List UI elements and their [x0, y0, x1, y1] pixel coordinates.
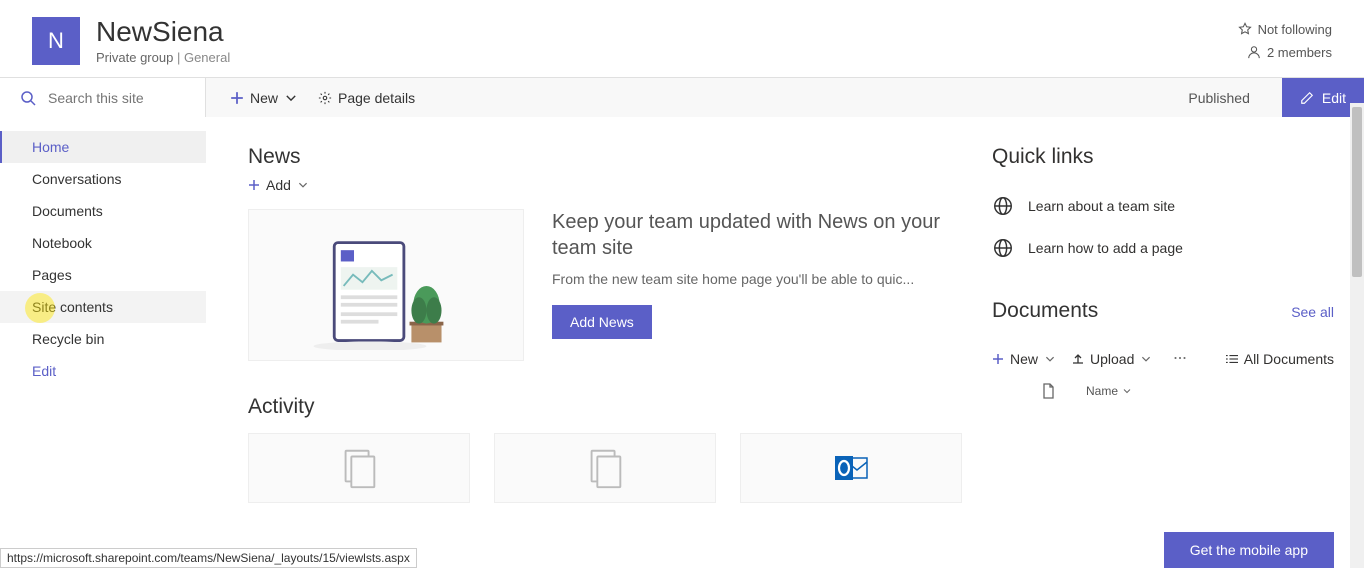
activity-section-title: Activity: [248, 395, 962, 419]
sidebar-item-conversations[interactable]: Conversations: [0, 163, 206, 195]
sidebar-item-edit[interactable]: Edit: [0, 355, 206, 387]
document-icon: [336, 445, 382, 491]
star-icon: [1238, 22, 1252, 36]
chevron-down-icon: [1140, 353, 1152, 365]
plus-icon: [248, 179, 260, 191]
activity-card[interactable]: [494, 433, 716, 503]
upload-icon: [1072, 353, 1084, 365]
news-headline: Keep your team updated with News on your…: [552, 209, 962, 261]
list-icon: [1226, 353, 1238, 365]
quicklinks-title: Quick links: [992, 145, 1334, 169]
see-all-link[interactable]: See all: [1291, 304, 1334, 320]
news-illustration: [248, 209, 524, 361]
chevron-down-icon: [1044, 353, 1056, 365]
sidebar-item-documents[interactable]: Documents: [0, 195, 206, 227]
scrollbar[interactable]: [1350, 103, 1364, 568]
view-selector[interactable]: All Documents: [1226, 351, 1334, 367]
news-section-title: News: [248, 145, 962, 169]
site-subtitle: Private group | General: [96, 50, 1238, 65]
published-status: Published: [1188, 90, 1262, 106]
activity-card[interactable]: [248, 433, 470, 503]
site-title: NewSiena: [96, 16, 1238, 48]
news-add-button[interactable]: Add: [248, 177, 962, 193]
chevron-down-icon: [284, 91, 298, 105]
globe-icon: [992, 237, 1014, 259]
sidebar-item-notebook[interactable]: Notebook: [0, 227, 206, 259]
pencil-icon: [1300, 91, 1314, 105]
add-news-button[interactable]: Add News: [552, 305, 652, 339]
statusbar-url: https://microsoft.sharepoint.com/teams/N…: [0, 548, 417, 568]
plus-icon: [992, 353, 1004, 365]
name-column-header[interactable]: Name: [1086, 384, 1132, 398]
quicklink-item[interactable]: Learn how to add a page: [992, 227, 1334, 269]
document-icon: [582, 445, 628, 491]
activity-card-outlook[interactable]: [740, 433, 962, 503]
news-description: From the new team site home page you'll …: [552, 271, 962, 287]
sidebar-item-recycle-bin[interactable]: Recycle bin: [0, 323, 206, 355]
new-button[interactable]: New: [230, 90, 298, 106]
chevron-down-icon: [297, 179, 309, 191]
globe-icon: [992, 195, 1014, 217]
search-input[interactable]: [48, 90, 198, 106]
file-icon: [1040, 383, 1056, 399]
chevron-down-icon: [1122, 386, 1132, 396]
sidebar-item-home[interactable]: Home: [0, 131, 206, 163]
more-button[interactable]: [1168, 347, 1192, 371]
get-mobile-app-button[interactable]: Get the mobile app: [1164, 532, 1334, 568]
gear-icon: [318, 91, 332, 105]
search-icon: [20, 90, 36, 106]
doc-upload-button[interactable]: Upload: [1072, 351, 1152, 367]
page-details-button[interactable]: Page details: [318, 90, 415, 106]
outlook-icon: [833, 450, 869, 486]
follow-button[interactable]: Not following: [1238, 22, 1332, 37]
site-logo[interactable]: N: [32, 17, 80, 65]
sidebar-item-pages[interactable]: Pages: [0, 259, 206, 291]
documents-title: Documents: [992, 299, 1098, 323]
search-box[interactable]: [0, 78, 206, 117]
sidebar-item-site-contents[interactable]: Site contents: [0, 291, 206, 323]
person-icon: [1247, 45, 1261, 59]
quicklink-item[interactable]: Learn about a team site: [992, 185, 1334, 227]
plus-icon: [230, 91, 244, 105]
sidebar: Home Conversations Documents Notebook Pa…: [0, 117, 206, 568]
doc-new-button[interactable]: New: [992, 351, 1056, 367]
more-icon: [1174, 352, 1186, 364]
scrollbar-thumb[interactable]: [1352, 107, 1362, 277]
members-button[interactable]: 2 members: [1247, 45, 1332, 60]
